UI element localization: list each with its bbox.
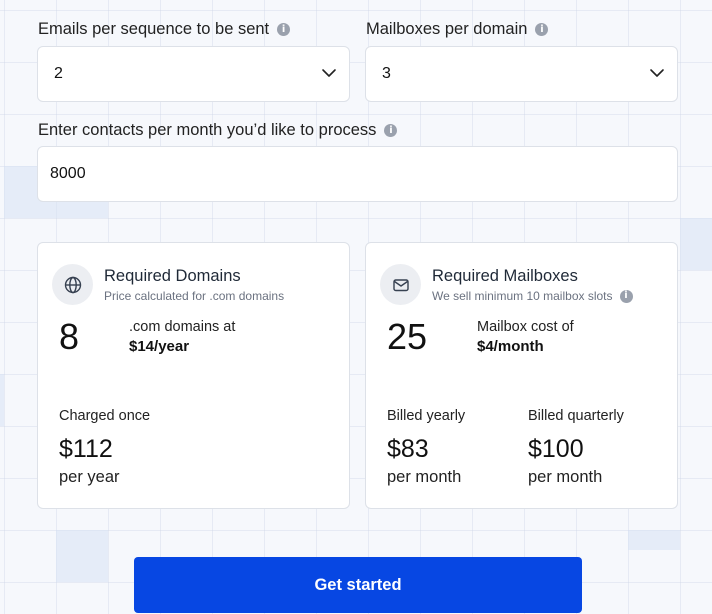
background-tile — [0, 374, 4, 426]
background-tile — [628, 530, 680, 550]
charge-period: per year — [59, 468, 120, 486]
emails-per-sequence-value: 2 — [54, 65, 63, 82]
mailbox-rate-text: Mailbox cost of — [477, 319, 574, 335]
globe-icon — [52, 264, 93, 305]
emails-per-sequence-select[interactable]: 2 — [37, 46, 350, 102]
charge-label: Charged once — [59, 408, 151, 424]
mailbox-count: 25 — [387, 316, 428, 357]
mailbox-rate-price: $4/month — [477, 338, 544, 355]
contacts-per-month-input[interactable]: 8000 — [37, 146, 678, 202]
info-icon[interactable]: i — [619, 289, 633, 303]
emails-per-sequence-label: Emails per sequence to be sent i — [38, 20, 291, 39]
mail-icon — [380, 264, 421, 305]
info-icon[interactable]: i — [384, 124, 398, 137]
card-title: Required Mailboxes — [432, 267, 578, 285]
domain-rate-price: $14/year — [129, 338, 190, 355]
quarterly-label: Billed quarterly — [528, 408, 624, 424]
mailboxes-per-domain-value: 3 — [382, 65, 391, 82]
yearly-amount: $83 — [387, 435, 429, 463]
contacts-per-month-label-text: Enter contacts per month you’d like to p… — [38, 121, 377, 139]
chevron-down-icon — [322, 69, 336, 77]
contacts-per-month-label: Enter contacts per month you’d like to p… — [38, 121, 398, 140]
info-icon[interactable]: i — [535, 23, 549, 36]
card-title: Required Domains — [104, 267, 241, 285]
card-subtitle: Price calculated for .com domains — [104, 289, 285, 303]
contacts-per-month-value: 8000 — [50, 165, 86, 182]
card-subtitle: We sell minimum 10 mailbox slots — [432, 289, 613, 303]
background-tile — [56, 530, 108, 582]
domain-count: 8 — [59, 316, 80, 357]
charge-amount: $112 — [59, 435, 113, 463]
mailboxes-per-domain-select[interactable]: 3 — [365, 46, 678, 102]
card-subtitle-row: We sell minimum 10 mailbox slots i — [432, 289, 633, 303]
quarterly-amount: $100 — [528, 435, 584, 463]
emails-per-sequence-label-text: Emails per sequence to be sent — [38, 20, 270, 38]
required-domains-card: Required Domains Price calculated for .c… — [37, 242, 350, 509]
yearly-period: per month — [387, 468, 462, 486]
info-icon[interactable]: i — [277, 23, 291, 36]
mailboxes-per-domain-label-text: Mailboxes per domain — [366, 20, 528, 38]
background-tile — [680, 218, 712, 270]
mailboxes-per-domain-label: Mailboxes per domain i — [366, 20, 549, 39]
get-started-button[interactable]: Get started — [134, 557, 582, 613]
quarterly-period: per month — [528, 468, 603, 486]
required-mailboxes-card: Required Mailboxes We sell minimum 10 ma… — [365, 242, 678, 509]
chevron-down-icon — [650, 69, 664, 77]
domain-rate-text: .com domains at — [129, 319, 236, 335]
yearly-label: Billed yearly — [387, 408, 466, 424]
